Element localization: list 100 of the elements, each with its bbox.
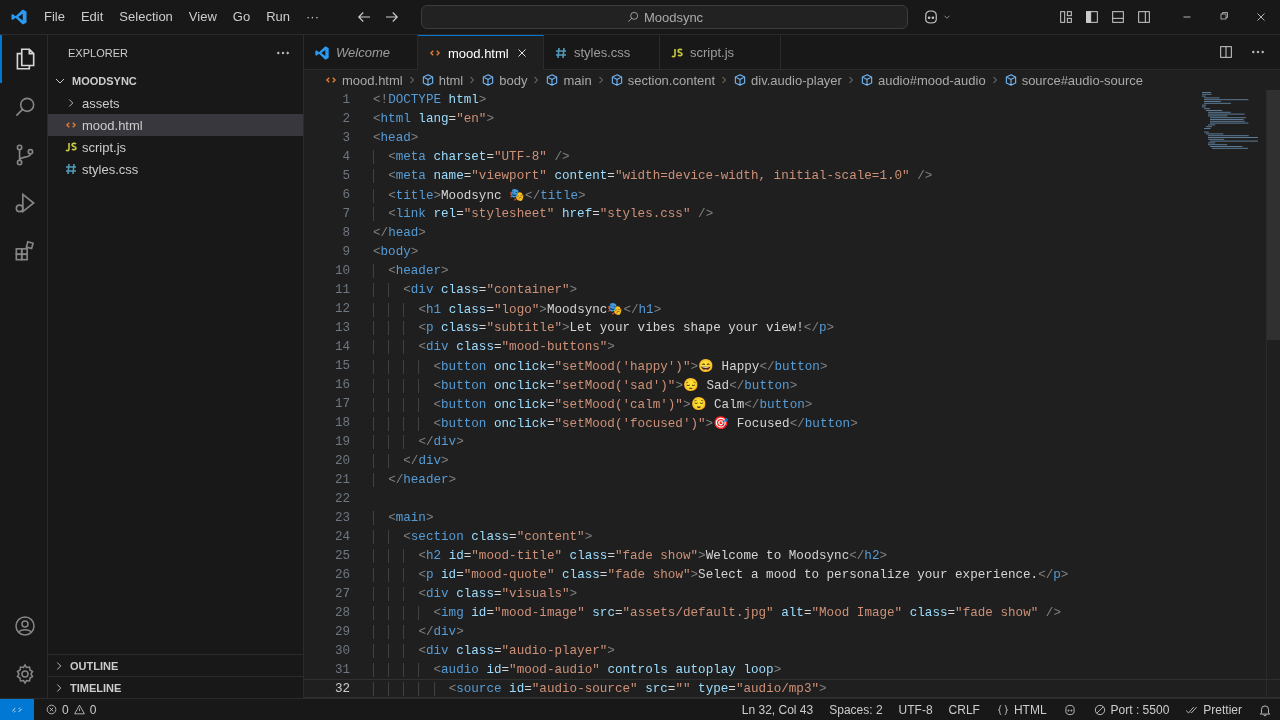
code-line: <button onclick="setMood('focused')">🎯 Focused</button> — [373, 414, 858, 431]
no-entry-icon — [1092, 702, 1107, 717]
code-line: <button onclick="setMood('calm')">😌 Calm</button> — [373, 395, 813, 412]
breadcrumb-item[interactable]: audio#mood-audio — [859, 72, 986, 88]
line-number: 25 — [333, 548, 350, 563]
line-number: 11 — [333, 282, 350, 297]
problems-button[interactable]: 0 0 — [42, 702, 100, 717]
warning-icon — [72, 703, 86, 716]
breadcrumb-item[interactable]: section.content — [609, 72, 716, 88]
line-number: 21 — [333, 472, 350, 487]
code-line: <div class="mood-buttons"> — [373, 339, 615, 354]
cube-icon — [733, 73, 748, 87]
code-line: </header> — [373, 472, 457, 487]
search-text: Moodsync — [643, 9, 704, 25]
cube-icon — [545, 73, 560, 87]
explorer-entry[interactable]: styles.css — [48, 158, 303, 180]
line-number: 12 — [333, 301, 350, 316]
editor-tab[interactable]: mood.html — [418, 35, 544, 70]
editor-tab[interactable]: styles.css — [544, 35, 660, 69]
breadcrumb-item[interactable]: main — [545, 72, 592, 88]
code-line: <html lang="en"> — [373, 111, 494, 126]
line-number: 13 — [333, 320, 350, 335]
search-field[interactable]: Moodsync — [421, 5, 908, 29]
explorer-title: EXPLORER — [68, 46, 129, 59]
code-line: <title>Moodsync 🎭</title> — [373, 186, 586, 203]
code-line: <div class="visuals"> — [373, 586, 578, 601]
layout-icon[interactable] — [1058, 9, 1074, 25]
copilot-icon[interactable] — [1062, 702, 1077, 717]
braces-icon — [995, 702, 1010, 717]
code-line: <p id="mood-quote" class="fade show">Select a mood to personalize your experience.</p> — [373, 567, 1069, 582]
menu-item[interactable]: File — [36, 6, 73, 28]
breadcrumb-item[interactable]: div.audio-player — [733, 72, 842, 88]
code-line: <main> — [373, 510, 434, 525]
menu-item[interactable]: ··· — [298, 6, 327, 28]
status-item[interactable]: CRLF — [940, 702, 988, 717]
line-number: 6 — [341, 187, 350, 202]
cube-icon — [859, 73, 874, 87]
panel-toggle-icon[interactable] — [1110, 9, 1126, 25]
code-line: <header> — [373, 263, 449, 278]
line-number: 8 — [341, 225, 350, 240]
sidebar-toggle-icon[interactable] — [1084, 9, 1100, 25]
panel-section-header[interactable]: OUTLINE — [48, 654, 303, 676]
menu-item[interactable]: Selection — [111, 6, 181, 28]
cube-icon — [481, 73, 496, 87]
breadcrumb-item[interactable]: body — [481, 72, 528, 88]
app-logo-icon[interactable] — [10, 8, 28, 26]
status-item[interactable]: Ln 32, Col 43 — [733, 702, 822, 717]
line-number: 16 — [333, 377, 350, 392]
account-icon[interactable] — [12, 614, 37, 638]
status-item[interactable]: Spaces: 2 — [821, 702, 891, 717]
search-icon — [625, 10, 640, 24]
line-number: 32 — [333, 681, 350, 696]
cube-icon — [609, 73, 624, 87]
code-line: <source id="audio-source" src="" type="audio/mp3"> — [373, 681, 827, 696]
line-number: 26 — [333, 567, 350, 582]
breadcrumb-item[interactable]: source#audio-source — [1003, 72, 1144, 88]
app-logo-icon — [314, 44, 330, 61]
bell-icon[interactable] — [1258, 702, 1272, 717]
menu-item[interactable]: Edit — [72, 6, 112, 28]
explorer-entry[interactable]: mood.html — [48, 114, 303, 136]
code-line: <div class="container"> — [373, 282, 578, 297]
menu-item[interactable]: Run — [258, 6, 298, 28]
line-number: 31 — [333, 662, 350, 677]
line-number: 22 — [333, 491, 350, 506]
copilot-icon[interactable] — [922, 8, 940, 26]
menu-item[interactable]: View — [180, 6, 225, 28]
code-line: </head> — [373, 225, 426, 240]
editor-tab[interactable]: script.js — [660, 35, 781, 69]
breadcrumb-item[interactable]: mood.html — [324, 72, 403, 88]
code-line: <meta name="viewport" content="width=device-width, initial-scale=1.0" /> — [373, 168, 933, 183]
cube-icon — [420, 73, 435, 87]
explorer-folder[interactable]: assets — [48, 92, 303, 114]
line-number: 19 — [333, 434, 350, 449]
hash-file-icon — [64, 162, 78, 176]
code-line: </div> — [373, 624, 464, 639]
code-line: <div class="audio-player"> — [373, 643, 615, 658]
code-line: <section class="content"> — [373, 529, 593, 544]
hash-file-icon — [554, 45, 568, 60]
line-number: 9 — [341, 244, 350, 259]
split-editor-icon[interactable] — [1218, 44, 1234, 60]
breadcrumb-item[interactable]: html — [420, 72, 464, 88]
code-line: <h2 id="mood-title" class="fade show">Welcome to Moodsync</h2> — [373, 548, 888, 563]
status-item[interactable]: Prettier — [1177, 702, 1250, 717]
status-item[interactable]: Port : 5500 — [1084, 702, 1178, 717]
line-number: 2 — [341, 111, 350, 126]
line-number: 7 — [341, 206, 350, 221]
line-number: 28 — [333, 605, 350, 620]
line-number: 17 — [333, 396, 350, 411]
secondary-sidebar-icon[interactable] — [1136, 9, 1152, 25]
status-item[interactable]: HTML — [987, 702, 1055, 717]
line-number: 27 — [333, 586, 350, 601]
code-line: </div> — [373, 453, 449, 468]
folder-header[interactable]: MOODSYNC — [48, 70, 303, 92]
explorer-entry[interactable]: script.js — [48, 136, 303, 158]
menu-item[interactable]: Go — [224, 6, 259, 28]
code-line: <head> — [373, 130, 419, 145]
restore-icon[interactable] — [1218, 10, 1230, 22]
code-line: <p class="subtitle">Let your vibes shape your view!</p> — [373, 320, 835, 335]
status-item[interactable]: UTF-8 — [890, 702, 941, 717]
line-number: 24 — [333, 529, 350, 544]
